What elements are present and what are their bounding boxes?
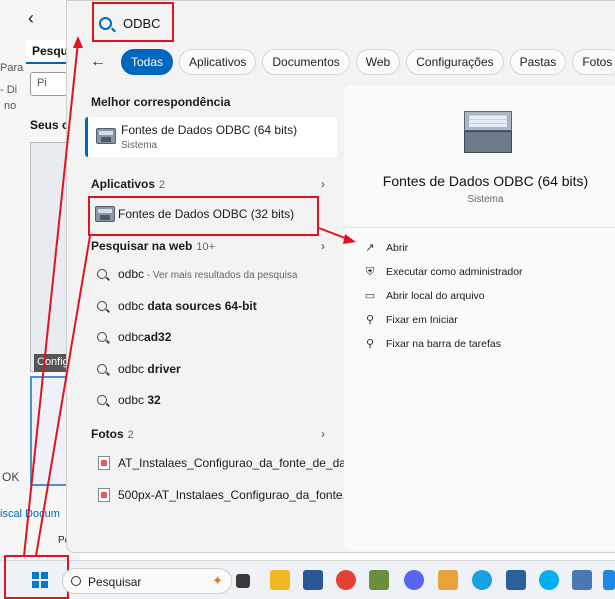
chrome-icon[interactable] <box>336 570 356 590</box>
action-label: Abrir local do arquivo <box>386 290 485 302</box>
web-heading-label: Pesquisar na web <box>91 239 193 253</box>
web-heading[interactable]: Pesquisar na web 10+ › <box>91 239 331 253</box>
web-result-text: odbc 32 <box>118 393 161 407</box>
task-view-icon[interactable] <box>236 574 250 588</box>
snipping-icon[interactable] <box>438 570 458 590</box>
photo-result-title: 500px-AT_Instalaes_Configurao_da_fonte..… <box>118 488 353 502</box>
filter-bar: ← Todas Aplicativos Documentos Web Confi… <box>85 49 615 75</box>
search-highlight-box <box>92 2 174 42</box>
taskbar-search[interactable]: Pesquisar ✦ <box>62 568 232 594</box>
no-text: no <box>4 100 17 112</box>
pin-icon: ⚲ <box>365 338 375 350</box>
search-highlight-icon: ✦ <box>212 573 223 588</box>
apps-heading-label: Aplicativos <box>91 177 156 191</box>
detail-subtitle: Sistema <box>467 194 504 205</box>
search-icon <box>97 395 107 405</box>
chevron-right-icon: › <box>321 177 325 191</box>
action-open-file-location[interactable]: ▭ Abrir local do arquivo <box>364 287 604 307</box>
apps-count: 2 <box>159 179 166 191</box>
network-icon[interactable] <box>506 570 526 590</box>
edge-icon[interactable] <box>472 570 492 590</box>
web-result-item[interactable]: odbc - Ver mais resultados da pesquisa <box>91 261 331 289</box>
web-result-item[interactable]: odbc driver <box>91 356 331 384</box>
screen: ‹ Pesqu Para Pi - Di no Seus c Config OK… <box>0 0 615 599</box>
apps-heading[interactable]: Aplicativos 2 › <box>91 177 331 191</box>
odbc-app-icon <box>96 128 116 144</box>
arrow-left-icon[interactable]: ← <box>85 49 111 75</box>
open-external-icon: ↗ <box>365 242 375 254</box>
image-file-icon <box>98 456 110 470</box>
web-result-item[interactable]: odbc data sources 64-bit <box>91 293 331 321</box>
app-highlight-box <box>88 196 319 236</box>
action-pin-to-start[interactable]: ⚲ Fixar em Iniciar <box>364 311 604 331</box>
app-icon[interactable] <box>369 570 389 590</box>
taskbar-search-label: Pesquisar <box>88 575 142 589</box>
web-result-text: odbc data sources 64-bit <box>118 299 257 313</box>
photo-result-title: AT_Instalaes_Configurao_da_fonte_de_da..… <box>118 456 356 470</box>
search-icon <box>97 269 107 279</box>
photo-result-item[interactable]: 500px-AT_Instalaes_Configurao_da_fonte..… <box>91 482 353 512</box>
admin-shield-icon: ⛨ <box>365 266 375 278</box>
web-count: 10+ <box>196 241 216 253</box>
filter-chip-todas[interactable]: Todas <box>121 49 174 75</box>
back-button[interactable]: ‹ <box>28 8 34 29</box>
footer-links[interactable]: iscal Docum <box>0 508 60 520</box>
image-file-icon <box>98 488 110 502</box>
di-text: - Di <box>0 84 18 96</box>
filter-chip-configuracoes[interactable]: Configurações <box>406 49 504 75</box>
web-result-text: odbc - Ver mais resultados da pesquisa <box>118 267 298 281</box>
file-explorer-icon[interactable] <box>270 570 290 590</box>
results-list: Melhor correspondência Fontes de Dados O… <box>67 85 356 550</box>
detail-pane: Fontes de Dados ODBC (64 bits) Sistema ↗… <box>344 85 615 550</box>
search-icon <box>97 364 107 374</box>
discord-icon[interactable] <box>404 570 424 590</box>
para-text: Para <box>0 62 24 74</box>
web-result-text: odbc driver <box>118 362 181 376</box>
best-match-item[interactable]: Fontes de Dados ODBC (64 bits) Sistema <box>85 117 337 157</box>
photos-heading[interactable]: Fotos 2 › <box>91 427 331 441</box>
chevron-right-icon: › <box>321 427 325 441</box>
app-icon-blue[interactable] <box>603 570 615 590</box>
web-result-item[interactable]: odbcad32 <box>91 324 331 352</box>
action-label: Fixar em Iniciar <box>386 314 458 326</box>
action-label: Fixar na barra de tarefas <box>386 338 501 350</box>
photos-heading-label: Fotos <box>91 427 124 441</box>
filter-chip-aplicativos[interactable]: Aplicativos <box>179 49 257 75</box>
action-label: Executar como administrador <box>386 266 523 278</box>
filter-chip-web[interactable]: Web <box>355 49 401 75</box>
divider <box>344 227 615 228</box>
photo-result-item[interactable]: AT_Instalaes_Configurao_da_fonte_de_da..… <box>91 450 356 480</box>
detail-title: Fontes de Dados ODBC (64 bits) <box>382 173 589 189</box>
filter-chip-pastas[interactable]: Pastas <box>509 49 567 75</box>
section-heading: Seus c <box>30 118 69 132</box>
skype-icon[interactable] <box>539 570 559 590</box>
web-result-text: odbcad32 <box>118 330 172 344</box>
pin-icon: ⚲ <box>365 314 375 326</box>
folder-icon: ▭ <box>364 290 376 302</box>
filter-chip-fotos[interactable]: Fotos <box>572 49 615 75</box>
action-pin-to-taskbar[interactable]: ⚲ Fixar na barra de tarefas <box>364 335 604 355</box>
action-label: Abrir <box>386 242 409 254</box>
chevron-right-icon: › <box>321 239 325 253</box>
search-icon <box>97 301 107 311</box>
action-run-as-admin[interactable]: ⛨ Executar como administrador <box>364 263 604 283</box>
store-icon[interactable] <box>303 570 323 590</box>
best-match-subtitle: Sistema <box>121 140 158 151</box>
filter-chip-documentos[interactable]: Documentos <box>262 49 350 75</box>
search-icon <box>71 576 81 586</box>
best-match-title: Fontes de Dados ODBC (64 bits) <box>121 123 298 137</box>
action-open[interactable]: ↗ Abrir <box>364 239 604 259</box>
search-icon <box>97 332 107 342</box>
start-search-panel: ODBC ← Todas Aplicativos Documentos Web … <box>66 0 615 553</box>
ok-text: OK <box>2 470 20 484</box>
photos-count: 2 <box>127 429 134 441</box>
odbc-large-icon <box>464 111 512 155</box>
start-highlight-box <box>4 555 69 599</box>
best-match-heading: Melhor correspondência <box>91 95 231 109</box>
notepad-icon[interactable] <box>572 570 592 590</box>
web-result-item[interactable]: odbc 32 <box>91 387 331 415</box>
